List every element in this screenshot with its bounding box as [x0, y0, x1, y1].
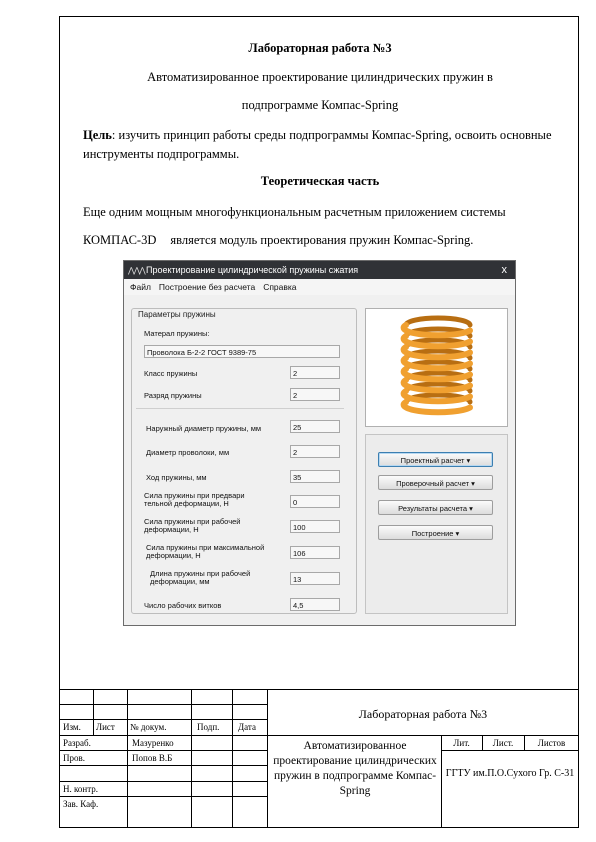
stroke-field[interactable]: 35 [290, 470, 340, 483]
theory-heading: Теоретическая часть [260, 174, 380, 188]
page-subtitle-line1: Автоматизированное проектирование цилинд… [147, 70, 493, 84]
menu-item-build-no-calc[interactable]: Построение без расчета [159, 282, 255, 292]
spring-coil-back [403, 315, 473, 328]
theory-line2b: является модуль проектирования пружин Ко… [170, 233, 474, 247]
working-coils-field[interactable]: 4,5 [290, 598, 340, 611]
design-calc-button[interactable]: Проектный расчет ▾ [378, 452, 493, 467]
stamp-lit: Лит. [453, 738, 470, 748]
stamp-header-sign: Подп. [197, 722, 220, 732]
menu-bar: Файл Построение без расчета Справка [124, 279, 515, 295]
field-label-preload-force: Сила пружины при предвари тельной деформ… [144, 491, 245, 508]
stamp-header-date: Дата [238, 722, 256, 732]
outer-diameter-field[interactable]: 25 [290, 420, 340, 433]
theory-line2: КОМПАС-3D является модуль проектирования … [83, 233, 563, 248]
stamp-role-head-dept: Зав. Каф. [63, 799, 99, 809]
stamp-role-checker: Пров. [63, 753, 85, 763]
goal-label: Цель [83, 128, 112, 142]
spring-grade-field[interactable]: 2 [290, 388, 340, 401]
mid-line [60, 735, 579, 736]
close-icon[interactable]: x [502, 264, 508, 276]
window-title: Проектирование цилиндрической пружины сж… [146, 265, 359, 275]
page-title: Лабораторная работа №3 [248, 41, 392, 55]
field-label-working-coils: Число рабочих витков [144, 601, 222, 610]
stamp-name-developer: Мазуренко [132, 738, 174, 748]
stamp-sheet: Лист. [492, 738, 514, 748]
stamp-org: ГГТУ им.П.О.Сухого Гр. С-31 [445, 768, 575, 779]
menu-item-file[interactable]: Файл [130, 282, 151, 292]
material-label: Матерал пружины: [144, 329, 210, 338]
spring-class-field[interactable]: 2 [290, 366, 340, 379]
material-field[interactable]: Проволока Б-2-2 ГОСТ 9389-75 [144, 345, 340, 358]
working-length-field[interactable]: 13 [290, 572, 340, 585]
field-label-working-length: Длина пружины при рабочей деформации, мм [150, 569, 251, 586]
title-block: Лабораторная работа №3 Изм. Лист № докум… [60, 689, 579, 828]
stamp-sheets: Листов [537, 738, 566, 748]
spring-params-label: Параметры пружины [136, 310, 218, 319]
verify-calc-button[interactable]: Проверочный расчет ▾ [378, 475, 493, 490]
stamp-description: Автоматизированное проектирование цилинд… [273, 740, 437, 797]
stamp-role-norm-control: Н. контр. [63, 784, 99, 794]
field-label-working-force: Сила пружины при рабочей деформации, Н [144, 517, 241, 534]
goal-paragraph: Цель: изучить принцип работы среды подпр… [83, 126, 563, 164]
stamp-name-checker: Попов В.Б [132, 753, 173, 763]
build-button[interactable]: Построение ▾ [378, 525, 493, 540]
stamp-header-doc-no: № докум. [130, 722, 167, 732]
field-label-stroke: Ход пружины, мм [146, 473, 207, 482]
actions-panel: Проектный расчет ▾ Проверочный расчет ▾ … [365, 434, 508, 614]
working-force-field[interactable]: 100 [290, 520, 340, 533]
app-icon: ⋀⋀⋀ [128, 265, 146, 275]
goal-text: : изучить принцип работы среды подпрогра… [83, 128, 552, 161]
window-titlebar: ⋀⋀⋀ Проектирование цилиндрической пружин… [124, 261, 515, 279]
field-label-max-force: Сила пружины при максимальной деформации… [146, 543, 265, 560]
preload-force-field[interactable]: 0 [290, 495, 340, 508]
stamp-doc-title: Лабораторная работа №3 [358, 707, 488, 721]
spring-icon [400, 315, 473, 416]
field-label-outer-diameter: Наружный диаметр пружины, мм [146, 424, 262, 433]
theory-line1: Еще одним мощным многофункциональным рас… [83, 205, 506, 219]
stamp-header-list: Лист [96, 722, 115, 732]
spring-window: ⋀⋀⋀ Проектирование цилиндрической пружин… [123, 260, 516, 626]
spring-preview [365, 308, 508, 427]
stamp-role-developer: Разраб. [63, 738, 91, 748]
theory-line2a: КОМПАС-3D [83, 233, 157, 247]
field-label-spring-grade: Разряд пружины [144, 391, 202, 400]
stamp-header-izm: Изм. [63, 722, 81, 732]
page-subtitle-line2: подпрограмме Компас-Spring [241, 98, 399, 112]
menu-item-help[interactable]: Справка [263, 282, 296, 292]
field-label-wire-diameter: Диаметр проволоки, мм [146, 448, 230, 457]
params-separator [136, 408, 344, 409]
max-force-field[interactable]: 106 [290, 546, 340, 559]
wire-diameter-field[interactable]: 2 [290, 445, 340, 458]
calc-results-button[interactable]: Результаты расчета ▾ [378, 500, 493, 515]
field-label-spring-class: Класс пружины [144, 369, 198, 378]
